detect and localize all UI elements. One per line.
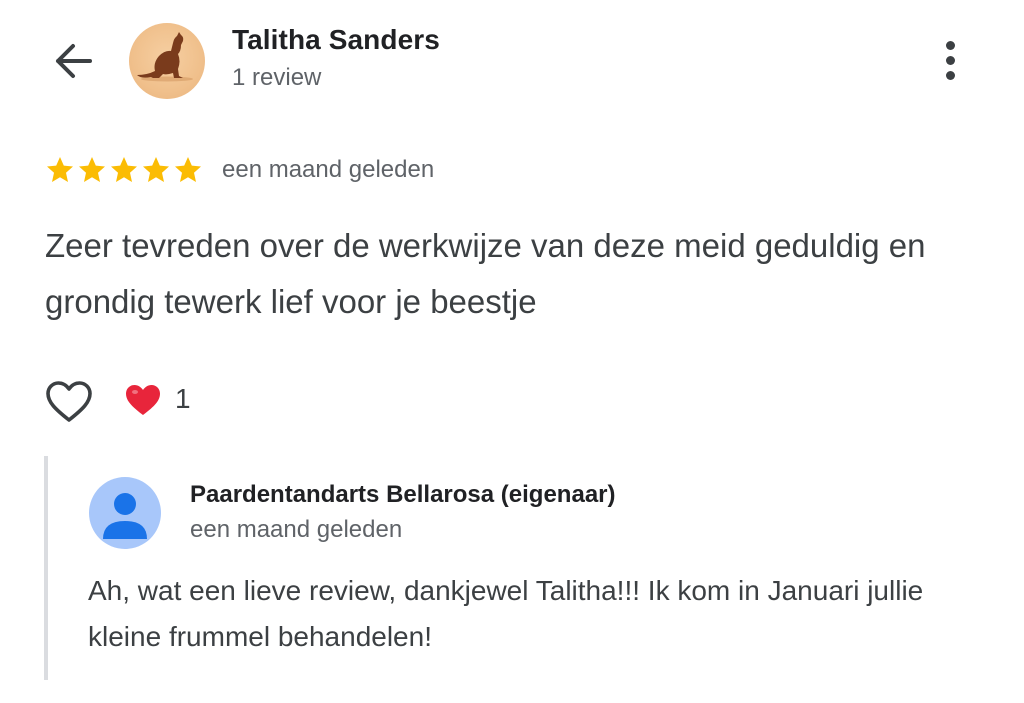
reviewer-review-count: 1 review [232, 64, 322, 91]
review-text: Zeer tevreden over de werkwijze van deze… [45, 227, 926, 320]
heart-outline-icon [46, 381, 92, 422]
star-icon [47, 157, 73, 182]
star-icon [79, 157, 105, 182]
owner-name: Paardentandarts Bellarosa (eigenaar) [190, 481, 616, 508]
heart-filled-icon [126, 385, 160, 415]
reaction-count: 1 [175, 383, 191, 414]
star-icon [143, 157, 169, 182]
back-button[interactable] [40, 36, 106, 86]
star-icon [111, 157, 137, 182]
back-arrow-icon [56, 44, 92, 78]
heart-reaction [124, 383, 162, 417]
star-rating [45, 155, 203, 185]
reviewer-avatar[interactable] [129, 23, 205, 99]
reply-divider [44, 456, 48, 680]
owner-avatar [89, 477, 161, 549]
owner-reply-text: Ah, wat een lieve review, dankjewel Tali… [88, 575, 924, 652]
reviewer-name[interactable]: Talitha Sanders [232, 24, 440, 56]
kangaroo-icon [137, 32, 193, 82]
owner-reply-time: een maand geleden [190, 516, 403, 543]
more-options-button[interactable] [932, 38, 968, 84]
review-time: een maand geleden [222, 156, 435, 183]
person-icon [103, 493, 147, 539]
star-icon [175, 157, 201, 182]
like-button[interactable] [45, 380, 93, 424]
